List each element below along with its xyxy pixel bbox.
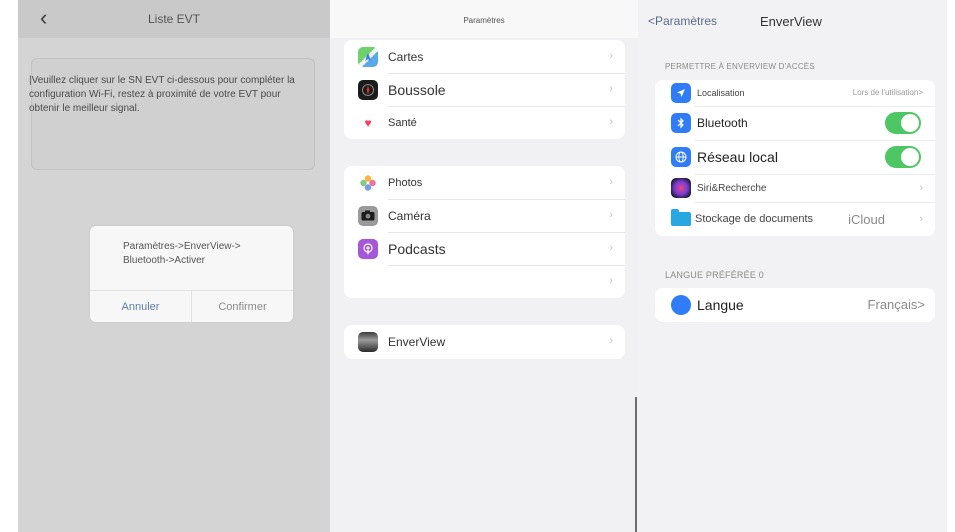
bluetooth-icon <box>671 113 691 133</box>
siri-label: Siri&Recherche <box>697 182 767 194</box>
language-icon <box>671 295 691 315</box>
bluetooth-label: Bluetooth <box>697 116 748 130</box>
settings-item-label: Santé <box>388 116 417 129</box>
langue-label: Langue <box>697 297 744 313</box>
language-group: Langue Français> <box>655 288 935 322</box>
settings-item-boussole[interactable]: Boussole › <box>344 73 625 106</box>
back-button[interactable]: <Paramètres <box>648 14 717 28</box>
settings-item-sante[interactable]: ♥ Santé › <box>344 106 625 139</box>
bluetooth-toggle[interactable] <box>885 112 921 134</box>
stockage-row[interactable]: Stockage de documents iCloud › <box>655 202 935 236</box>
chevron-right-icon: › <box>609 116 613 128</box>
chevron-right-icon: › <box>609 209 613 221</box>
settings-item-label: Boussole <box>388 81 446 98</box>
chevron-right-icon: › <box>609 83 613 95</box>
localisation-label: Localisation <box>697 88 745 98</box>
reseau-local-row: Réseau local <box>655 140 935 174</box>
stockage-label: Stockage de documents <box>695 213 814 225</box>
settings-item-camera[interactable]: Caméra › <box>344 199 625 232</box>
chevron-right-icon: › <box>609 335 613 347</box>
settings-item-cartes[interactable]: Cartes › <box>344 40 625 73</box>
cancel-button[interactable]: Annuler <box>90 291 192 322</box>
nav-bar: ‹ Liste EVT <box>18 0 330 38</box>
bluetooth-row: Bluetooth <box>655 106 935 140</box>
settings-group-2: Photos › Caméra › Podcasts › › <box>344 166 625 298</box>
localisation-value: Lors de l'utilisation> <box>852 88 923 97</box>
chevron-right-icon: › <box>609 242 613 254</box>
dialog-buttons: Annuler Confirmer <box>90 290 293 322</box>
settings-group-1: Cartes › Boussole › ♥ Santé › <box>344 40 625 139</box>
podcasts-icon <box>358 238 378 259</box>
enverview-settings-screen: <Paramètres EnverView PERMETTRE À ENVERV… <box>638 0 947 532</box>
settings-title: Paramètres <box>330 0 638 38</box>
photos-icon <box>358 172 378 193</box>
camera-icon <box>358 205 378 226</box>
confirm-button[interactable]: Confirmer <box>192 291 293 322</box>
folder-icon <box>671 209 691 226</box>
page-title: Liste EVT <box>147 12 201 26</box>
settings-screen: Paramètres Cartes › Boussole › ♥ Santé › <box>330 0 638 532</box>
settings-item-podcasts[interactable]: Podcasts › <box>344 232 625 265</box>
access-group: Localisation Lors de l'utilisation> Blue… <box>655 80 935 236</box>
settings-item-enverview[interactable]: EnverView › <box>344 325 625 359</box>
bluetooth-dialog: Paramètres->EnverView-> Bluetooth->Activ… <box>90 226 293 322</box>
section-header-access: PERMETTRE À ENVERVIEW D'ACCÈS <box>665 62 815 71</box>
location-arrow-icon <box>671 83 691 103</box>
chevron-right-icon: › <box>919 213 923 225</box>
chevron-right-icon: › <box>609 50 613 62</box>
section-header-language: LANGUE PRÉFÉRÉE 0 <box>665 270 764 280</box>
evt-list-screen: ‹ Liste EVT |Veuillez cliquer sur le SN … <box>18 0 330 532</box>
siri-row[interactable]: Siri&Recherche › <box>655 174 935 202</box>
enverview-icon <box>358 332 378 352</box>
settings-group-3: EnverView › <box>344 325 625 359</box>
reseau-local-toggle[interactable] <box>885 146 921 168</box>
instructions-text: |Veuillez cliquer sur le SN EVT ci-desso… <box>29 75 295 114</box>
settings-item-label: Caméra <box>388 208 431 223</box>
reseau-local-label: Réseau local <box>697 149 778 165</box>
localisation-row[interactable]: Localisation Lors de l'utilisation> <box>655 80 935 106</box>
settings-item-empty[interactable]: › <box>344 265 625 298</box>
langue-value: Français> <box>867 297 925 312</box>
settings-item-label: EnverView <box>388 335 446 349</box>
health-icon: ♥ <box>358 112 378 133</box>
chevron-right-icon: › <box>919 182 923 194</box>
stockage-value: iCloud <box>848 212 885 227</box>
chevron-right-icon: › <box>609 275 613 287</box>
scroll-indicator <box>635 397 637 532</box>
dialog-message: Paramètres->EnverView-> Bluetooth->Activ… <box>123 241 241 266</box>
settings-item-label: Podcasts <box>388 240 446 257</box>
langue-row[interactable]: Langue Français> <box>655 288 935 322</box>
siri-icon <box>671 178 691 198</box>
settings-item-label: Photos <box>388 176 423 189</box>
nav-bar: <Paramètres EnverView <box>638 0 947 42</box>
settings-item-photos[interactable]: Photos › <box>344 166 625 199</box>
globe-icon <box>671 147 691 167</box>
settings-item-label: Cartes <box>388 49 424 64</box>
page-title: EnverView <box>760 14 822 29</box>
maps-icon <box>358 46 378 67</box>
chevron-right-icon: › <box>609 176 613 188</box>
compass-icon <box>358 79 378 100</box>
